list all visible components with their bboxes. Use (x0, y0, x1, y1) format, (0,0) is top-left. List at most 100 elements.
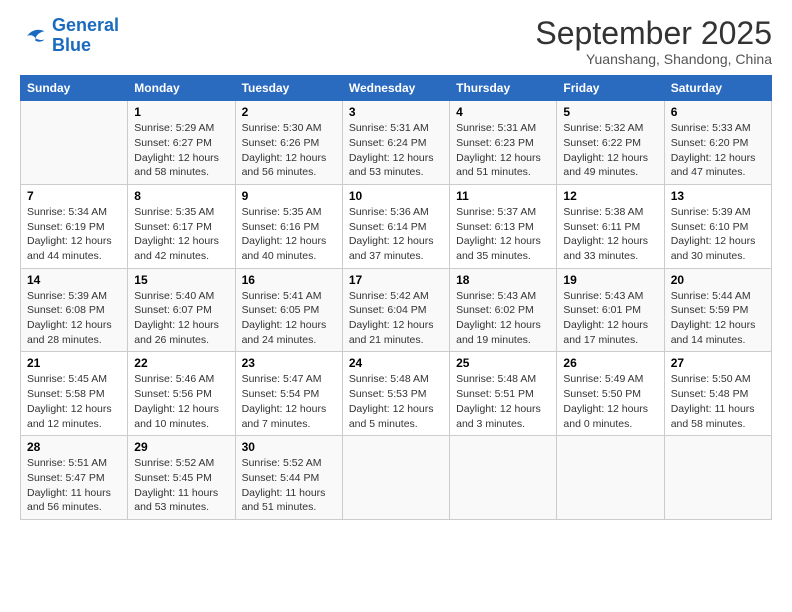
calendar-table: SundayMondayTuesdayWednesdayThursdayFrid… (20, 75, 772, 520)
day-number: 19 (563, 273, 657, 287)
day-info: Sunrise: 5:31 AM Sunset: 6:24 PM Dayligh… (349, 121, 443, 180)
day-info: Sunrise: 5:39 AM Sunset: 6:10 PM Dayligh… (671, 205, 765, 264)
calendar-cell: 25Sunrise: 5:48 AM Sunset: 5:51 PM Dayli… (450, 352, 557, 436)
logo-bird-icon (20, 25, 48, 47)
day-number: 24 (349, 356, 443, 370)
day-number: 26 (563, 356, 657, 370)
day-info: Sunrise: 5:30 AM Sunset: 6:26 PM Dayligh… (242, 121, 336, 180)
calendar-cell: 29 Sunrise: 5:52 AM Sunset: 5:45 PM Dayli… (128, 436, 235, 520)
calendar-week-1: 1 Sunrise: 5:29 AM Sunset: 6:27 PM Daylig… (21, 101, 772, 185)
calendar-cell: 22Sunrise: 5:46 AM Sunset: 5:56 PM Dayli… (128, 352, 235, 436)
logo: General Blue (20, 16, 119, 56)
day-info: Sunrise: 5:48 AM Sunset: 5:51 PM Dayligh… (456, 372, 550, 431)
day-info: Sunrise: 5:38 AM Sunset: 6:11 PM Dayligh… (563, 205, 657, 264)
day-number: 7 (27, 189, 121, 203)
day-number: 23 (242, 356, 336, 370)
day-info: Sunrise: 5:42 AM Sunset: 6:04 PM Dayligh… (349, 289, 443, 348)
day-info: Sunrise: 5:39 AM Sunset: 6:08 PM Dayligh… (27, 289, 121, 348)
calendar-cell: 19Sunrise: 5:43 AM Sunset: 6:01 PM Dayli… (557, 268, 664, 352)
day-info: Sunrise: 5:34 AM Sunset: 6:19 PM Dayligh… (27, 205, 121, 264)
day-info: Sunrise: 5:45 AM Sunset: 5:58 PM Dayligh… (27, 372, 121, 431)
calendar-cell (450, 436, 557, 520)
month-title: September 2025 (535, 16, 772, 51)
day-info: Sunrise: 5:36 AM Sunset: 6:14 PM Dayligh… (349, 205, 443, 264)
day-info: Sunrise: 5:52 AM Sunset: 5:45 PM Dayligh… (134, 456, 228, 515)
day-number: 16 (242, 273, 336, 287)
day-info: Sunrise: 5:35 AM Sunset: 6:16 PM Dayligh… (242, 205, 336, 264)
day-info: Sunrise: 5:47 AM Sunset: 5:54 PM Dayligh… (242, 372, 336, 431)
day-info: Sunrise: 5:46 AM Sunset: 5:56 PM Dayligh… (134, 372, 228, 431)
day-info: Sunrise: 5:29 AM Sunset: 6:27 PM Dayligh… (134, 121, 228, 180)
logo-text: General Blue (52, 16, 119, 56)
calendar-cell: 5 Sunrise: 5:32 AM Sunset: 6:22 PM Daylig… (557, 101, 664, 185)
calendar-cell: 9 Sunrise: 5:35 AM Sunset: 6:16 PM Daylig… (235, 184, 342, 268)
day-number: 17 (349, 273, 443, 287)
header-thursday: Thursday (450, 76, 557, 101)
header: General Blue September 2025 Yuanshang, S… (20, 16, 772, 67)
logo-line2: Blue (52, 35, 91, 55)
calendar-cell: 20 Sunrise: 5:44 AM Sunset: 5:59 PM Dayli… (664, 268, 771, 352)
calendar-header-row: SundayMondayTuesdayWednesdayThursdayFrid… (21, 76, 772, 101)
day-number: 29 (134, 440, 228, 454)
day-info: Sunrise: 5:43 AM Sunset: 6:02 PM Dayligh… (456, 289, 550, 348)
day-number: 2 (242, 105, 336, 119)
day-number: 10 (349, 189, 443, 203)
calendar-cell: 3 Sunrise: 5:31 AM Sunset: 6:24 PM Daylig… (342, 101, 449, 185)
calendar-week-3: 14Sunrise: 5:39 AM Sunset: 6:08 PM Dayli… (21, 268, 772, 352)
day-number: 4 (456, 105, 550, 119)
header-monday: Monday (128, 76, 235, 101)
day-info: Sunrise: 5:44 AM Sunset: 5:59 PM Dayligh… (671, 289, 765, 348)
day-number: 8 (134, 189, 228, 203)
title-block: September 2025 Yuanshang, Shandong, Chin… (535, 16, 772, 67)
header-sunday: Sunday (21, 76, 128, 101)
calendar-cell (557, 436, 664, 520)
day-info: Sunrise: 5:49 AM Sunset: 5:50 PM Dayligh… (563, 372, 657, 431)
day-number: 30 (242, 440, 336, 454)
day-info: Sunrise: 5:48 AM Sunset: 5:53 PM Dayligh… (349, 372, 443, 431)
day-info: Sunrise: 5:31 AM Sunset: 6:23 PM Dayligh… (456, 121, 550, 180)
calendar-cell: 2 Sunrise: 5:30 AM Sunset: 6:26 PM Daylig… (235, 101, 342, 185)
day-info: Sunrise: 5:33 AM Sunset: 6:20 PM Dayligh… (671, 121, 765, 180)
day-number: 11 (456, 189, 550, 203)
subtitle: Yuanshang, Shandong, China (535, 51, 772, 67)
day-number: 6 (671, 105, 765, 119)
header-wednesday: Wednesday (342, 76, 449, 101)
calendar-cell: 12 Sunrise: 5:38 AM Sunset: 6:11 PM Dayli… (557, 184, 664, 268)
day-number: 20 (671, 273, 765, 287)
calendar-cell: 4 Sunrise: 5:31 AM Sunset: 6:23 PM Daylig… (450, 101, 557, 185)
calendar-cell: 7 Sunrise: 5:34 AM Sunset: 6:19 PM Daylig… (21, 184, 128, 268)
header-saturday: Saturday (664, 76, 771, 101)
calendar-week-4: 21Sunrise: 5:45 AM Sunset: 5:58 PM Dayli… (21, 352, 772, 436)
calendar-cell: 6 Sunrise: 5:33 AM Sunset: 6:20 PM Daylig… (664, 101, 771, 185)
calendar-cell: 21Sunrise: 5:45 AM Sunset: 5:58 PM Dayli… (21, 352, 128, 436)
calendar-cell: 1 Sunrise: 5:29 AM Sunset: 6:27 PM Daylig… (128, 101, 235, 185)
calendar-cell: 16 Sunrise: 5:41 AM Sunset: 6:05 PM Dayli… (235, 268, 342, 352)
day-number: 12 (563, 189, 657, 203)
calendar-cell: 23 Sunrise: 5:47 AM Sunset: 5:54 PM Dayli… (235, 352, 342, 436)
day-number: 1 (134, 105, 228, 119)
day-number: 15 (134, 273, 228, 287)
day-number: 9 (242, 189, 336, 203)
day-info: Sunrise: 5:32 AM Sunset: 6:22 PM Dayligh… (563, 121, 657, 180)
day-number: 18 (456, 273, 550, 287)
day-number: 3 (349, 105, 443, 119)
calendar-cell (342, 436, 449, 520)
calendar-cell: 26 Sunrise: 5:49 AM Sunset: 5:50 PM Dayli… (557, 352, 664, 436)
calendar-cell: 30 Sunrise: 5:52 AM Sunset: 5:44 PM Dayli… (235, 436, 342, 520)
calendar-cell (21, 101, 128, 185)
day-info: Sunrise: 5:41 AM Sunset: 6:05 PM Dayligh… (242, 289, 336, 348)
header-friday: Friday (557, 76, 664, 101)
day-info: Sunrise: 5:50 AM Sunset: 5:48 PM Dayligh… (671, 372, 765, 431)
calendar-cell: 8 Sunrise: 5:35 AM Sunset: 6:17 PM Daylig… (128, 184, 235, 268)
day-info: Sunrise: 5:35 AM Sunset: 6:17 PM Dayligh… (134, 205, 228, 264)
day-number: 27 (671, 356, 765, 370)
header-tuesday: Tuesday (235, 76, 342, 101)
calendar-cell: 24 Sunrise: 5:48 AM Sunset: 5:53 PM Dayli… (342, 352, 449, 436)
day-number: 28 (27, 440, 121, 454)
calendar-cell (664, 436, 771, 520)
calendar-cell: 27 Sunrise: 5:50 AM Sunset: 5:48 PM Dayli… (664, 352, 771, 436)
day-number: 5 (563, 105, 657, 119)
day-info: Sunrise: 5:52 AM Sunset: 5:44 PM Dayligh… (242, 456, 336, 515)
calendar-cell: 13Sunrise: 5:39 AM Sunset: 6:10 PM Dayli… (664, 184, 771, 268)
logo-line1: General (52, 15, 119, 35)
